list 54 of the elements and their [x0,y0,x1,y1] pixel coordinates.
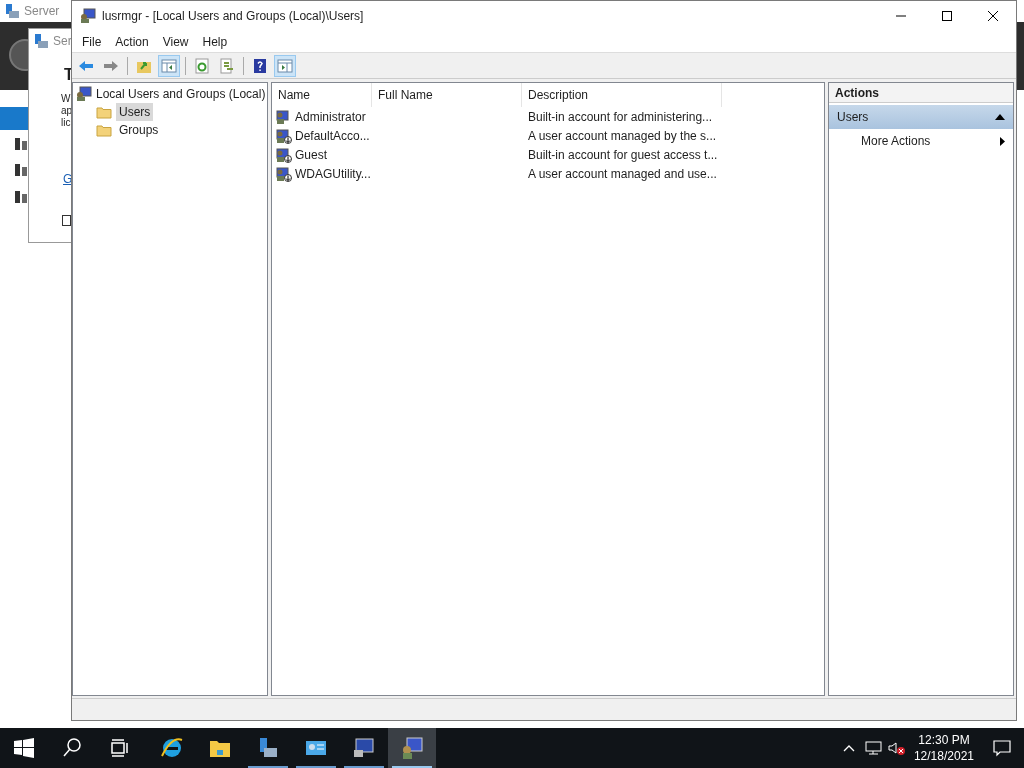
column-header[interactable]: Description [522,83,722,107]
window-title: lusrmgr - [Local Users and Groups (Local)\Users] [102,8,365,25]
action-item[interactable]: More Actions [829,129,1013,153]
message-icon [992,739,1012,757]
computer-users-icon [80,8,96,24]
checkbox[interactable] [62,215,71,226]
window-title: Server [24,3,60,20]
browser-e-icon [160,736,184,760]
menu-item[interactable]: Action [108,30,156,53]
windows-logo-icon [12,736,36,760]
dialog-link[interactable]: G [63,170,73,188]
nav-icon[interactable] [14,163,28,177]
help-icon [251,56,269,75]
clock-time: 12:30 PM [918,732,970,748]
tree-item[interactable]: Groups [116,121,162,139]
column-header[interactable]: Name [272,83,372,107]
table-cell-text: Built-in account for administering... [527,108,714,126]
server-manager-icon [4,3,20,19]
computer-users-icon [400,736,424,760]
clock[interactable]: 12:30 PM 12/18/2021 [907,732,980,764]
table-cell-text: WDAGUtility... [295,165,371,183]
table-cell-text: DefaultAcco... [295,127,370,145]
action-pane-icon [276,56,294,75]
submenu-arrow-icon [1000,136,1005,146]
menu-item[interactable]: File [75,30,109,53]
column-header[interactable]: Full Name [372,83,522,107]
tree-item[interactable]: Users [116,103,154,121]
table-cell-text: Guest [295,146,327,164]
export-list-icon [218,56,236,75]
nav-item-selected[interactable] [0,107,30,130]
folder-icon [96,123,112,137]
clock-date: 12/18/2021 [913,748,974,764]
nav-icon[interactable] [14,137,28,151]
collapse-caret-icon [995,114,1005,120]
nav-icon[interactable] [14,190,28,204]
folder-icon [96,105,112,119]
tree-item[interactable]: Local Users and Groups (Local) [95,85,267,103]
section-label: Users [837,109,869,126]
refresh-icon [193,56,211,75]
actions-title: Actions [829,83,1013,103]
muted-speaker-icon[interactable] [885,740,908,756]
computer-users-icon [76,86,92,102]
menu-item[interactable]: View [155,30,196,53]
actions-section-header[interactable]: Users [829,105,1013,129]
server-manager-icon [33,33,49,49]
menu-item[interactable]: Help [195,30,235,53]
table-cell-text: A user account managed and use... [527,165,718,183]
dialog-title: Ser [53,33,72,50]
pane-toggle-icon [160,56,178,75]
computer-icon [352,736,376,760]
table-cell-text: Administrator [295,108,366,126]
table-cell-text: A user account managed by the s... [527,127,718,145]
taskbar-button[interactable] [388,728,436,768]
table-cell-text: Built-in account for guest access t... [527,146,719,164]
